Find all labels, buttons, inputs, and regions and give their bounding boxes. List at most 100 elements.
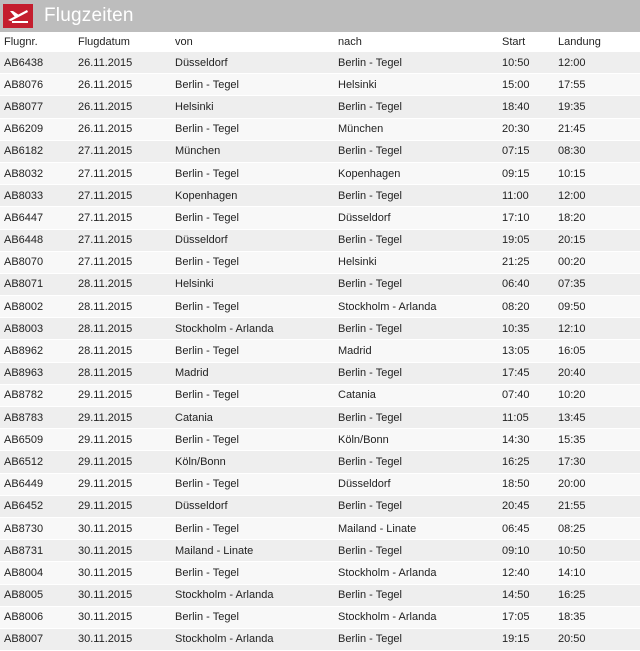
flight-number-cell: AB6512 <box>0 450 78 474</box>
arrival-time-cell: 08:30 <box>558 140 640 163</box>
table-row[interactable]: AB8002 28.11.2015 Berlin - Tegel Stockholm … <box>0 295 640 319</box>
table-row[interactable]: AB8783 29.11.2015 Catania Berlin - Tegel 11:… <box>0 406 640 430</box>
departure-time-cell: 11:00 <box>502 184 558 208</box>
column-header-flight-date[interactable]: Flugdatum <box>78 32 175 52</box>
flight-number-cell: AB8730 <box>0 517 78 541</box>
destination-cell: Berlin - Tegel <box>338 495 502 518</box>
table-row[interactable]: AB8730 30.11.2015 Berlin - Tegel Mailand - … <box>0 517 640 541</box>
column-header-departure[interactable]: Start <box>502 32 558 52</box>
table-row[interactable]: AB6182 27.11.2015 München Berlin - Tegel 07:… <box>0 140 640 163</box>
departure-time-cell: 09:15 <box>502 162 558 186</box>
table-row[interactable]: AB8005 30.11.2015 Stockholm - Arlanda Berli… <box>0 584 640 607</box>
origin-cell: Kopenhagen <box>175 184 338 208</box>
origin-cell: Berlin - Tegel <box>175 428 338 452</box>
flight-date-cell: 26.11.2015 <box>78 118 175 141</box>
table-row[interactable]: AB8033 27.11.2015 Kopenhagen Berlin - Tegel… <box>0 184 640 208</box>
flight-number-cell: AB8006 <box>0 606 78 629</box>
departure-time-cell: 20:30 <box>502 118 558 141</box>
flight-number-cell: AB8005 <box>0 584 78 607</box>
departure-time-cell: 13:05 <box>502 339 558 363</box>
destination-cell: Catania <box>338 384 502 408</box>
departure-time-cell: 21:25 <box>502 251 558 274</box>
table-row[interactable]: AB8071 28.11.2015 Helsinki Berlin - Tegel 06… <box>0 273 640 297</box>
destination-cell: Düsseldorf <box>338 473 502 496</box>
column-header-arrival[interactable]: Landung <box>558 32 640 52</box>
table-row[interactable]: AB8962 28.11.2015 Berlin - Tegel Madrid 13:0… <box>0 339 640 363</box>
column-header-from[interactable]: von <box>175 32 338 52</box>
table-row[interactable]: AB8003 28.11.2015 Stockholm - Arlanda Berli… <box>0 317 640 341</box>
table-row[interactable]: AB8007 30.11.2015 Stockholm - Arlanda Berli… <box>0 628 640 651</box>
flight-number-cell: AB8782 <box>0 384 78 408</box>
destination-cell: Berlin - Tegel <box>338 273 502 297</box>
flight-number-cell: AB8070 <box>0 251 78 274</box>
destination-cell: Köln/Bonn <box>338 428 502 452</box>
flight-date-cell: 29.11.2015 <box>78 450 175 474</box>
table-row[interactable]: AB6452 29.11.2015 Düsseldorf Berlin - Tegel… <box>0 495 640 518</box>
table-row[interactable]: AB6512 29.11.2015 Köln/Bonn Berlin - Tegel 1… <box>0 450 640 474</box>
arrival-time-cell: 00:20 <box>558 251 640 274</box>
table-row[interactable]: AB8963 28.11.2015 Madrid Berlin - Tegel 17:4… <box>0 362 640 385</box>
arrival-time-cell: 21:55 <box>558 495 640 518</box>
flight-number-cell: AB8071 <box>0 273 78 297</box>
destination-cell: Stockholm - Arlanda <box>338 561 502 585</box>
departure-time-cell: 07:15 <box>502 140 558 163</box>
origin-cell: Stockholm - Arlanda <box>175 628 338 651</box>
flight-number-cell: AB6449 <box>0 473 78 496</box>
flight-number-cell: AB8004 <box>0 561 78 585</box>
flight-number-cell: AB8033 <box>0 184 78 208</box>
flight-date-cell: 29.11.2015 <box>78 428 175 452</box>
table-row[interactable]: AB8006 30.11.2015 Berlin - Tegel Stockholm … <box>0 606 640 629</box>
flight-times-table: Flugnr. Flugdatum von nach Start Landung… <box>0 32 640 651</box>
origin-cell: Berlin - Tegel <box>175 384 338 408</box>
flight-date-cell: 27.11.2015 <box>78 229 175 252</box>
table-row[interactable]: AB8004 30.11.2015 Berlin - Tegel Stockholm … <box>0 561 640 585</box>
origin-cell: Berlin - Tegel <box>175 251 338 274</box>
departure-time-cell: 10:35 <box>502 317 558 341</box>
flight-date-cell: 28.11.2015 <box>78 362 175 385</box>
arrival-time-cell: 13:45 <box>558 406 640 430</box>
arrival-time-cell: 10:50 <box>558 539 640 563</box>
table-row[interactable]: AB6509 29.11.2015 Berlin - Tegel Köln/Bonn 1… <box>0 428 640 452</box>
origin-cell: Helsinki <box>175 273 338 297</box>
flight-date-cell: 30.11.2015 <box>78 606 175 629</box>
table-row[interactable]: AB6438 26.11.2015 Düsseldorf Berlin - Tegel… <box>0 52 640 75</box>
flight-date-cell: 26.11.2015 <box>78 95 175 119</box>
origin-cell: Mailand - Linate <box>175 539 338 563</box>
destination-cell: Berlin - Tegel <box>338 140 502 163</box>
destination-cell: Berlin - Tegel <box>338 229 502 252</box>
destination-cell: Berlin - Tegel <box>338 95 502 119</box>
flight-date-cell: 30.11.2015 <box>78 539 175 563</box>
destination-cell: Kopenhagen <box>338 162 502 186</box>
flight-date-cell: 27.11.2015 <box>78 162 175 186</box>
destination-cell: Berlin - Tegel <box>338 628 502 651</box>
table-row[interactable]: AB8731 30.11.2015 Mailand - Linate Berlin -… <box>0 539 640 563</box>
table-row[interactable]: AB8782 29.11.2015 Berlin - Tegel Catania 07:… <box>0 384 640 408</box>
table-row[interactable]: AB6449 29.11.2015 Berlin - Tegel Düsseldorf… <box>0 473 640 496</box>
table-row[interactable]: AB6209 26.11.2015 Berlin - Tegel München 20:… <box>0 118 640 141</box>
destination-cell: Berlin - Tegel <box>338 362 502 385</box>
origin-cell: Berlin - Tegel <box>175 517 338 541</box>
departure-time-cell: 15:00 <box>502 73 558 97</box>
column-header-flight-number[interactable]: Flugnr. <box>0 32 78 52</box>
origin-cell: Berlin - Tegel <box>175 162 338 186</box>
arrival-time-cell: 12:00 <box>558 52 640 75</box>
table-row[interactable]: AB8077 26.11.2015 Helsinki Berlin - Tegel 18… <box>0 95 640 119</box>
table-row[interactable]: AB8070 27.11.2015 Berlin - Tegel Helsinki 21… <box>0 251 640 274</box>
column-header-to[interactable]: nach <box>338 32 502 52</box>
table-row[interactable]: AB6447 27.11.2015 Berlin - Tegel Düsseldorf… <box>0 206 640 230</box>
departure-time-cell: 18:50 <box>502 473 558 496</box>
flight-number-cell: AB6182 <box>0 140 78 163</box>
origin-cell: Köln/Bonn <box>175 450 338 474</box>
flight-date-cell: 27.11.2015 <box>78 206 175 230</box>
flight-date-cell: 30.11.2015 <box>78 584 175 607</box>
flight-date-cell: 28.11.2015 <box>78 317 175 341</box>
destination-cell: Berlin - Tegel <box>338 184 502 208</box>
destination-cell: Helsinki <box>338 73 502 97</box>
destination-cell: Berlin - Tegel <box>338 584 502 607</box>
table-row[interactable]: AB8076 26.11.2015 Berlin - Tegel Helsinki 15… <box>0 73 640 97</box>
departure-time-cell: 12:40 <box>502 561 558 585</box>
arrival-time-cell: 15:35 <box>558 428 640 452</box>
table-row[interactable]: AB6448 27.11.2015 Düsseldorf Berlin - Tegel… <box>0 229 640 252</box>
arrival-time-cell: 09:50 <box>558 295 640 319</box>
table-row[interactable]: AB8032 27.11.2015 Berlin - Tegel Kopenhagen… <box>0 162 640 186</box>
